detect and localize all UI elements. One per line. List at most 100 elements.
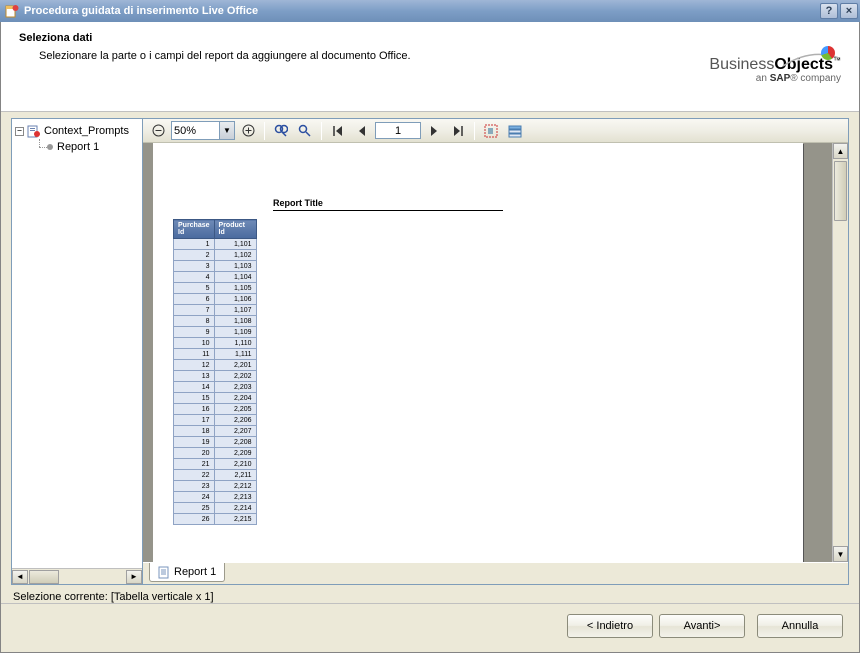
last-page-button[interactable] <box>447 121 469 141</box>
table-cell[interactable]: 1,110 <box>214 338 256 349</box>
table-cell[interactable]: 1,109 <box>214 327 256 338</box>
table-row[interactable]: 202,209 <box>174 448 257 459</box>
tree-child-node[interactable]: Report 1 <box>35 139 139 155</box>
select-mode-button[interactable] <box>480 121 502 141</box>
table-cell[interactable]: 2,214 <box>214 503 256 514</box>
table-cell[interactable]: 2,207 <box>214 426 256 437</box>
report-title[interactable]: Report Title <box>273 198 503 211</box>
table-cell[interactable]: 26 <box>174 514 215 525</box>
table-row[interactable]: 11,101 <box>174 239 257 250</box>
table-cell[interactable]: 16 <box>174 404 215 415</box>
scroll-thumb-v[interactable] <box>834 161 847 221</box>
scroll-up-icon[interactable]: ▲ <box>833 143 848 159</box>
table-row[interactable]: 51,105 <box>174 283 257 294</box>
table-row[interactable]: 182,207 <box>174 426 257 437</box>
table-cell[interactable]: 1,111 <box>214 349 256 360</box>
page-number-input[interactable]: 1 <box>375 122 421 139</box>
close-button[interactable]: × <box>840 3 858 19</box>
table-cell[interactable]: 13 <box>174 371 215 382</box>
table-cell[interactable]: 2,215 <box>214 514 256 525</box>
chevron-down-icon[interactable]: ▼ <box>219 122 234 139</box>
table-cell[interactable]: 20 <box>174 448 215 459</box>
table-cell[interactable]: 2,201 <box>214 360 256 371</box>
table-row[interactable]: 91,109 <box>174 327 257 338</box>
table-cell[interactable]: 4 <box>174 272 215 283</box>
zoom-select[interactable]: 50% ▼ <box>171 121 235 140</box>
fields-mode-button[interactable] <box>504 121 526 141</box>
table-cell[interactable]: 1,103 <box>214 261 256 272</box>
table-cell[interactable]: 9 <box>174 327 215 338</box>
table-row[interactable]: 81,108 <box>174 316 257 327</box>
report-viewport[interactable]: Report Title Purchase IdProduct Id 11,10… <box>143 143 832 562</box>
table-cell[interactable]: 1 <box>174 239 215 250</box>
table-row[interactable]: 71,107 <box>174 305 257 316</box>
table-cell[interactable]: 12 <box>174 360 215 371</box>
table-row[interactable]: 31,103 <box>174 261 257 272</box>
table-row[interactable]: 41,104 <box>174 272 257 283</box>
scroll-right-icon[interactable]: ► <box>126 570 142 584</box>
table-cell[interactable]: 2,206 <box>214 415 256 426</box>
table-cell[interactable]: 21 <box>174 459 215 470</box>
table-cell[interactable]: 11 <box>174 349 215 360</box>
table-row[interactable]: 212,210 <box>174 459 257 470</box>
table-cell[interactable]: 2,204 <box>214 393 256 404</box>
cancel-button[interactable]: Annulla <box>757 614 843 638</box>
table-row[interactable]: 242,213 <box>174 492 257 503</box>
table-cell[interactable]: 2,213 <box>214 492 256 503</box>
table-cell[interactable]: 1,106 <box>214 294 256 305</box>
table-cell[interactable]: 7 <box>174 305 215 316</box>
table-cell[interactable]: 1,108 <box>214 316 256 327</box>
table-cell[interactable]: 19 <box>174 437 215 448</box>
table-cell[interactable]: 14 <box>174 382 215 393</box>
help-button[interactable]: ? <box>820 3 838 19</box>
table-row[interactable]: 262,215 <box>174 514 257 525</box>
next-page-button[interactable] <box>423 121 445 141</box>
table-row[interactable]: 21,102 <box>174 250 257 261</box>
table-cell[interactable]: 2,210 <box>214 459 256 470</box>
table-cell[interactable]: 1,105 <box>214 283 256 294</box>
tree-root-node[interactable]: − Context_Prompts <box>15 123 139 139</box>
tree-h-scrollbar[interactable]: ◄ ► <box>12 568 142 584</box>
table-cell[interactable]: 10 <box>174 338 215 349</box>
report-table[interactable]: Purchase IdProduct Id 11,10121,10231,103… <box>173 219 257 525</box>
table-row[interactable]: 252,214 <box>174 503 257 514</box>
table-cell[interactable]: 23 <box>174 481 215 492</box>
report-v-scrollbar[interactable]: ▲ ▼ <box>832 143 848 562</box>
table-cell[interactable]: 18 <box>174 426 215 437</box>
table-cell[interactable]: 1,107 <box>214 305 256 316</box>
table-cell[interactable]: 17 <box>174 415 215 426</box>
table-cell[interactable]: 2,202 <box>214 371 256 382</box>
column-header[interactable]: Purchase Id <box>174 220 215 239</box>
back-button[interactable]: < Indietro <box>567 614 653 638</box>
table-cell[interactable]: 8 <box>174 316 215 327</box>
prev-page-button[interactable] <box>351 121 373 141</box>
column-header[interactable]: Product Id <box>214 220 256 239</box>
table-cell[interactable]: 1,104 <box>214 272 256 283</box>
table-row[interactable]: 172,206 <box>174 415 257 426</box>
zoom-in-button[interactable] <box>237 121 259 141</box>
zoom-out-button[interactable] <box>147 121 169 141</box>
table-row[interactable]: 132,202 <box>174 371 257 382</box>
table-cell[interactable]: 3 <box>174 261 215 272</box>
scroll-left-icon[interactable]: ◄ <box>12 570 28 584</box>
table-cell[interactable]: 2,208 <box>214 437 256 448</box>
find-next-button[interactable] <box>294 121 316 141</box>
find-button[interactable] <box>270 121 292 141</box>
table-cell[interactable]: 1,102 <box>214 250 256 261</box>
table-cell[interactable]: 2,211 <box>214 470 256 481</box>
table-row[interactable]: 162,205 <box>174 404 257 415</box>
table-cell[interactable]: 24 <box>174 492 215 503</box>
table-row[interactable]: 142,203 <box>174 382 257 393</box>
scroll-thumb[interactable] <box>29 570 59 584</box>
table-cell[interactable]: 15 <box>174 393 215 404</box>
table-row[interactable]: 152,204 <box>174 393 257 404</box>
table-cell[interactable]: 1,101 <box>214 239 256 250</box>
table-cell[interactable]: 22 <box>174 470 215 481</box>
table-cell[interactable]: 2,203 <box>214 382 256 393</box>
table-row[interactable]: 111,111 <box>174 349 257 360</box>
table-row[interactable]: 61,106 <box>174 294 257 305</box>
table-cell[interactable]: 2,212 <box>214 481 256 492</box>
table-cell[interactable]: 5 <box>174 283 215 294</box>
tree-toggle-icon[interactable]: − <box>15 127 24 136</box>
first-page-button[interactable] <box>327 121 349 141</box>
